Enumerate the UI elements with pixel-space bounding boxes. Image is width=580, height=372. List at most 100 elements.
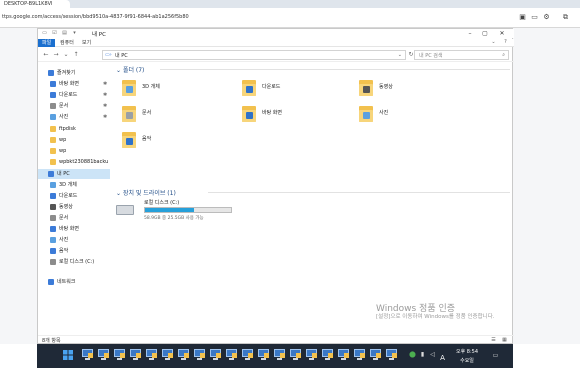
clock-time[interactable]: 오후 8:54 bbox=[452, 348, 482, 355]
ribbon-tab[interactable]: 보기 bbox=[78, 39, 95, 47]
taskbar-pc-app-icon[interactable] bbox=[321, 348, 334, 362]
recent-dropdown-icon[interactable]: ⌄ bbox=[62, 51, 70, 59]
taskbar-pc-app-icon[interactable] bbox=[289, 348, 302, 362]
sidebar-item[interactable]: 동영상 bbox=[38, 202, 110, 212]
search-input[interactable]: 내 PC 검색 ⌕ bbox=[414, 50, 509, 60]
folder-item[interactable]: 동영상 bbox=[359, 78, 469, 100]
up-icon[interactable]: ↑ bbox=[72, 51, 80, 59]
maximize-icon[interactable]: ▢ bbox=[479, 29, 491, 38]
taskbar-pc-app-icon[interactable] bbox=[113, 348, 126, 362]
picture-icon bbox=[50, 237, 56, 243]
taskbar-pc-app-icon[interactable] bbox=[305, 348, 318, 362]
taskbar-pc-app-icon[interactable] bbox=[129, 348, 142, 362]
folder-item[interactable]: 문서 bbox=[122, 104, 232, 126]
taskbar-pc-app-icon[interactable] bbox=[353, 348, 366, 362]
clock-date[interactable]: 수요일 bbox=[452, 357, 482, 364]
folder-item[interactable]: 바탕 화면 bbox=[242, 104, 352, 126]
sidebar-item[interactable]: 문서 ✱ bbox=[38, 101, 110, 111]
sidebar-item[interactable]: wp bbox=[38, 146, 110, 156]
sidebar-item[interactable]: 사진 ✱ bbox=[38, 112, 110, 122]
taskbar-pc-app-icon[interactable] bbox=[97, 348, 110, 362]
folder-label: 다운로드 bbox=[262, 84, 281, 90]
sidebar-item-label: 동영상 bbox=[59, 204, 73, 210]
folder-item[interactable]: 사진 bbox=[359, 104, 469, 126]
taskbar-pc-app-icon[interactable] bbox=[257, 348, 270, 362]
sidebar-item[interactable]: 다운로드 ✱ bbox=[38, 90, 110, 100]
address-bar[interactable]: ▭› 내 PC ⌄ bbox=[102, 50, 406, 60]
taskbar-pc-app-icon[interactable] bbox=[177, 348, 190, 362]
taskbar-pc-app-icon[interactable] bbox=[193, 348, 206, 362]
sidebar-item[interactable]: ftpdisk bbox=[38, 124, 110, 134]
volume-icon[interactable]: ◁ bbox=[429, 351, 436, 359]
content-area: ⌄ 폴더 (7) 3D 개체 다운로드 동영상문서 바탕 화면 사진음악 ⌄ 장치 및 … bbox=[112, 64, 512, 332]
browser-tab[interactable]: DESKTOP-B9L1K8VI bbox=[0, 0, 70, 8]
start-icon[interactable] bbox=[62, 349, 74, 361]
taskbar-pc-app-icon[interactable] bbox=[385, 348, 398, 362]
folder-icon bbox=[242, 78, 256, 96]
help-icon[interactable]: ? bbox=[502, 39, 509, 46]
taskbar-pc-app-icon[interactable] bbox=[81, 348, 94, 362]
chevron-down-icon: ⌄ bbox=[116, 190, 123, 197]
clipboard-icon[interactable]: ▣ bbox=[518, 13, 527, 22]
taskbar-pc-app-icon[interactable] bbox=[209, 348, 222, 362]
large-icons-view-icon[interactable]: ▦ bbox=[501, 337, 508, 344]
notification-icon[interactable]: ▭ bbox=[492, 352, 499, 360]
drives-section-header[interactable]: ⌄ 장치 및 드라이브 (1) bbox=[116, 188, 176, 197]
network-status-icon[interactable]: ⬤ bbox=[409, 351, 416, 359]
pin-icon[interactable]: ✱ bbox=[103, 112, 107, 122]
sidebar-item[interactable]: 음악 bbox=[38, 246, 110, 256]
sidebar-item[interactable]: 문서 bbox=[38, 213, 110, 223]
sidebar-item[interactable]: 네트워크 bbox=[38, 277, 110, 287]
taskbar-pc-app-icon[interactable] bbox=[241, 348, 254, 362]
sidebar-item[interactable]: 사진 bbox=[38, 235, 110, 245]
taskbar-pc-app-icon[interactable] bbox=[337, 348, 350, 362]
battery-icon[interactable]: ▮ bbox=[419, 351, 426, 359]
item-count: 8개 항목 bbox=[42, 338, 61, 344]
back-icon[interactable]: ← bbox=[42, 51, 50, 59]
sidebar-item[interactable]: 다운로드 bbox=[38, 191, 110, 201]
address-bar-url[interactable]: ttps.google.com/access/session/bbd9510a-… bbox=[2, 14, 189, 20]
pin-icon[interactable]: ✱ bbox=[103, 90, 107, 100]
extension-icon[interactable]: ⧉ bbox=[561, 13, 570, 22]
sidebar-item[interactable]: 바탕 화면 ✱ bbox=[38, 79, 110, 89]
settings-icon[interactable]: ⚙ bbox=[542, 13, 551, 22]
taskbar-pc-app-icon[interactable] bbox=[225, 348, 238, 362]
folder-item[interactable]: 3D 개체 bbox=[122, 78, 232, 100]
address-dropdown-icon[interactable]: ⌄ bbox=[398, 52, 402, 58]
pin-icon[interactable]: ✱ bbox=[103, 101, 107, 111]
taskbar-pc-app-icon[interactable] bbox=[369, 348, 382, 362]
close-icon[interactable]: ✕ bbox=[496, 29, 508, 38]
local-disk-c[interactable]: 로컬 디스크 (C:) 58.9GB 중 25.5GB 사용 가능 bbox=[116, 199, 276, 225]
sidebar-item[interactable]: wpbkt230881backu bbox=[38, 157, 110, 167]
ime-indicator[interactable]: A bbox=[439, 354, 446, 362]
display-icon[interactable]: ▭ bbox=[530, 13, 539, 22]
taskbar-pc-app-icon[interactable] bbox=[161, 348, 174, 362]
chevron-down-icon[interactable]: ⌄ bbox=[490, 39, 497, 46]
details-view-icon[interactable]: ☰ bbox=[490, 337, 497, 344]
folders-section-header[interactable]: ⌄ 폴더 (7) bbox=[116, 65, 144, 74]
video-icon bbox=[363, 86, 370, 93]
sidebar-item-label: 즐겨찾기 bbox=[57, 70, 76, 76]
sidebar-item-label: 3D 개체 bbox=[59, 182, 77, 188]
taskbar-pc-app-icon[interactable] bbox=[273, 348, 286, 362]
ribbon-tab[interactable]: 컴퓨터 bbox=[56, 39, 78, 47]
sidebar-item[interactable]: 즐겨찾기 bbox=[38, 68, 110, 78]
ribbon-tab[interactable]: 파일 bbox=[38, 39, 56, 47]
address-text: 내 PC bbox=[115, 53, 128, 59]
folder-item[interactable]: 다운로드 bbox=[242, 78, 352, 100]
properties-icon[interactable]: ☑ bbox=[51, 30, 58, 37]
folder-item[interactable]: 음악 bbox=[122, 130, 232, 152]
minimize-icon[interactable]: – bbox=[464, 29, 476, 38]
sidebar-item[interactable]: 3D 개체 bbox=[38, 180, 110, 190]
folder-label: 문서 bbox=[142, 110, 152, 116]
new-folder-icon[interactable]: ▤ bbox=[61, 30, 68, 37]
sidebar-item[interactable]: 내 PC bbox=[38, 169, 110, 179]
sidebar-item[interactable]: wp bbox=[38, 135, 110, 145]
pin-icon[interactable]: ✱ bbox=[103, 79, 107, 89]
forward-icon[interactable]: → bbox=[52, 51, 60, 59]
sidebar-item[interactable]: 로컬 디스크 (C:) bbox=[38, 257, 110, 267]
sidebar-item[interactable]: 바탕 화면 bbox=[38, 224, 110, 234]
dropdown-icon[interactable]: ▾ bbox=[71, 30, 78, 37]
3d-objects-icon bbox=[50, 182, 56, 188]
taskbar-pc-app-icon[interactable] bbox=[145, 348, 158, 362]
